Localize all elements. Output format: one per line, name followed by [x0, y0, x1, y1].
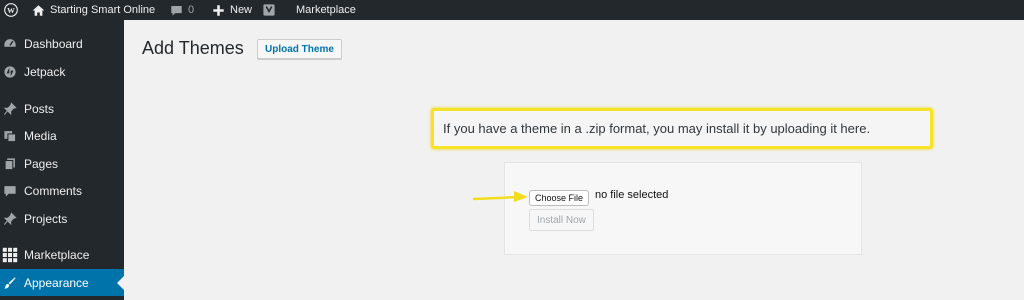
comment-icon — [171, 5, 182, 16]
pin-icon — [2, 101, 18, 117]
site-name-link[interactable]: Starting Smart Online — [32, 0, 155, 20]
comments-count: 0 — [188, 4, 195, 16]
sidebar-item-label: Comments — [24, 183, 83, 198]
upload-instructions-callout: If you have a theme in a .zip format, yo… — [431, 108, 933, 149]
sidebar-item-label: Media — [24, 128, 57, 143]
sidebar-item-label: Appearance — [24, 275, 89, 290]
jetpack-icon — [2, 64, 18, 80]
install-now-button[interactable]: Install Now — [529, 209, 594, 231]
sidebar-item-appearance[interactable]: Appearance — [0, 269, 124, 296]
sidebar-item-label: Jetpack — [24, 64, 66, 79]
new-content-link[interactable]: New — [212, 0, 252, 20]
new-label: New — [230, 4, 253, 16]
file-status-text: no file selected — [595, 189, 669, 201]
comment-icon — [2, 183, 18, 199]
admin-sidebar: Dashboard Jetpack Posts Media Pages Comm… — [0, 20, 124, 300]
page-title: Add Themes — [142, 38, 244, 58]
sidebar-item-label: Pages — [24, 156, 59, 171]
pin-icon — [2, 211, 18, 227]
sidebar-item-label: Projects — [24, 211, 68, 226]
arrow-pointer-icon — [472, 191, 528, 202]
sidebar-item-pages[interactable]: Pages — [0, 150, 124, 177]
admin-bar: W Starting Smart Online 0 New Marketplac… — [0, 0, 1024, 20]
sidebar-item-posts[interactable]: Posts — [0, 95, 124, 122]
dashboard-icon — [2, 36, 18, 52]
sidebar-item-dashboard[interactable]: Dashboard — [0, 30, 124, 57]
marketplace-label: Marketplace — [296, 4, 356, 16]
marketplace-link[interactable]: Marketplace — [296, 0, 356, 20]
upload-instructions-text: If you have a theme in a .zip format, yo… — [443, 121, 871, 136]
home-icon — [32, 4, 45, 16]
media-icon — [2, 128, 18, 144]
wordpress-logo-icon[interactable]: W — [4, 0, 18, 20]
plus-icon — [213, 4, 224, 16]
site-name: Starting Smart Online — [50, 4, 156, 16]
sidebar-item-label: Posts — [24, 101, 55, 116]
sidebar-item-jetpack[interactable]: Jetpack — [0, 58, 124, 85]
yoast-icon[interactable] — [262, 0, 276, 20]
sidebar-item-media[interactable]: Media — [0, 122, 124, 149]
svg-text:W: W — [7, 6, 15, 15]
upload-theme-button[interactable]: Upload Theme — [257, 39, 342, 59]
grid-icon — [2, 247, 18, 263]
pages-icon — [2, 156, 18, 172]
sidebar-item-comments[interactable]: Comments — [0, 177, 124, 204]
brush-icon — [2, 275, 18, 291]
sidebar-item-projects[interactable]: Projects — [0, 205, 124, 232]
comments-link[interactable]: 0 — [170, 0, 194, 20]
choose-file-button[interactable]: Choose File — [529, 190, 590, 206]
sidebar-item-label: Marketplace — [24, 247, 90, 262]
sidebar-item-marketplace[interactable]: Marketplace — [0, 241, 124, 268]
sidebar-item-label: Dashboard — [24, 36, 83, 51]
